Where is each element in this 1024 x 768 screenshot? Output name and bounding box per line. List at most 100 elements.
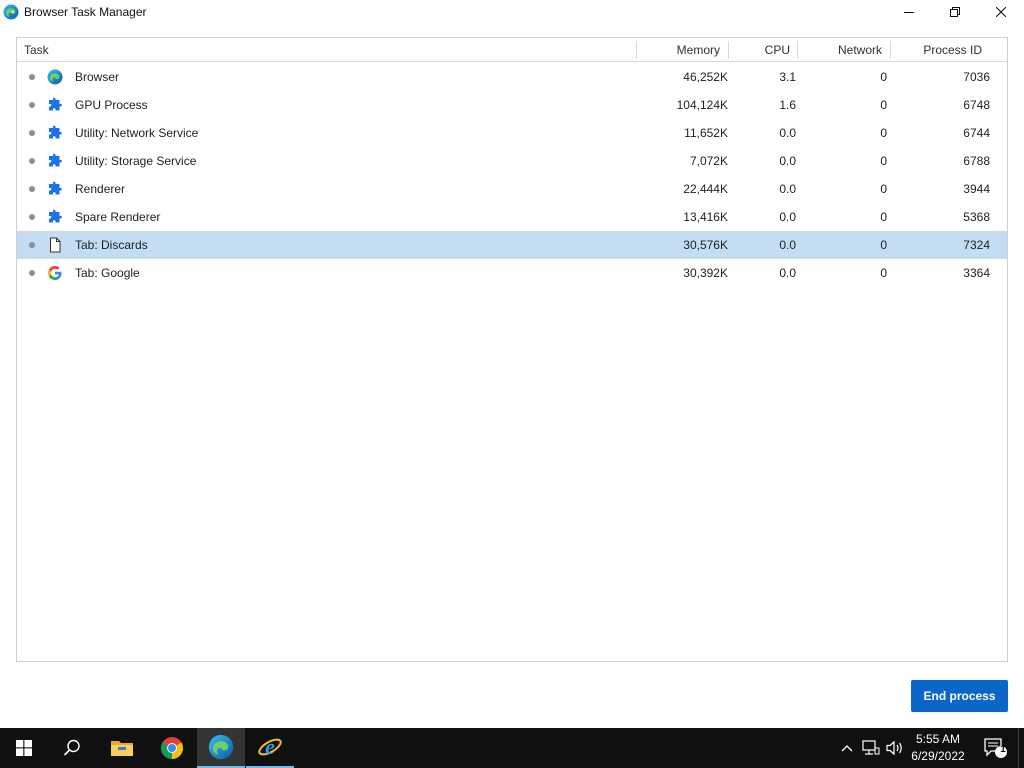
memory-value: 22,444K [683, 182, 728, 196]
puzzle-icon [49, 153, 62, 167]
task-name: GPU Process [75, 98, 148, 112]
taskbar: e 5:55 AM 6/29/2022 1 [0, 728, 1024, 768]
restore-icon [950, 7, 960, 17]
volume-icon [886, 740, 902, 756]
taskbar-internet-explorer[interactable]: e [246, 728, 294, 768]
task-name: Spare Renderer [75, 210, 161, 224]
notification-center-button[interactable]: 1 [978, 728, 1012, 768]
table-header: Task Memory CPU Network Process ID [17, 38, 1007, 62]
close-button[interactable] [978, 0, 1024, 24]
network-value: 0 [880, 210, 887, 224]
column-header-cpu[interactable]: CPU [765, 38, 790, 62]
column-header-memory[interactable]: Memory [677, 38, 720, 62]
window-controls [886, 0, 1024, 24]
row-bullet [29, 74, 35, 80]
table-row[interactable]: GPU Process 104,124K 1.6 0 6748 [17, 91, 1007, 119]
memory-value: 7,072K [689, 154, 728, 168]
show-desktop-button[interactable] [1018, 728, 1024, 768]
task-name: Tab: Google [75, 266, 140, 280]
column-header-process-id[interactable]: Process ID [923, 38, 982, 62]
cpu-value: 0.0 [779, 238, 796, 252]
column-divider[interactable] [890, 41, 891, 59]
network-value: 0 [880, 238, 887, 252]
taskbar-edge[interactable] [197, 728, 245, 768]
edge-icon [3, 4, 19, 20]
cpu-value: 1.6 [779, 98, 796, 112]
chevron-up-icon [841, 745, 853, 752]
column-divider[interactable] [728, 41, 729, 59]
memory-value: 46,252K [683, 70, 728, 84]
memory-value: 30,392K [683, 266, 728, 280]
windows-start-icon [16, 740, 32, 756]
minimize-icon [904, 12, 914, 13]
taskbar-chrome[interactable] [148, 728, 196, 768]
edge-icon [47, 69, 63, 85]
cpu-value: 0.0 [779, 182, 796, 196]
end-process-button[interactable]: End process [911, 680, 1008, 712]
window-title: Browser Task Manager [24, 5, 147, 19]
table-row[interactable]: Spare Renderer 13,416K 0.0 0 5368 [17, 203, 1007, 231]
close-icon [996, 7, 1006, 17]
minimize-button[interactable] [886, 0, 932, 24]
column-header-network[interactable]: Network [838, 38, 882, 62]
table-row[interactable]: Browser 46,252K 3.1 0 7036 [17, 63, 1007, 91]
table-row[interactable]: Utility: Network Service 11,652K 0.0 0 6… [17, 119, 1007, 147]
volume-tray-button[interactable] [884, 728, 906, 768]
table-row[interactable]: Tab: Google 30,392K 0.0 0 3364 [17, 259, 1007, 287]
cpu-value: 0.0 [779, 266, 796, 280]
puzzle-icon [49, 181, 62, 195]
task-table: Task Memory CPU Network Process ID Brows… [16, 37, 1008, 662]
clock-time: 5:55 AM [915, 732, 961, 746]
memory-value: 13,416K [683, 210, 728, 224]
puzzle-icon [49, 125, 62, 139]
network-value: 0 [880, 98, 887, 112]
column-divider[interactable] [636, 41, 637, 59]
internet-explorer-icon: e [258, 734, 282, 759]
puzzle-icon [49, 209, 62, 223]
process-id-value: 6788 [963, 154, 990, 168]
start-button[interactable] [0, 728, 48, 768]
cpu-value: 3.1 [779, 70, 796, 84]
task-name: Browser [75, 70, 120, 84]
network-tray-button[interactable] [860, 728, 882, 768]
row-bullet [29, 214, 35, 220]
row-bullet [29, 186, 35, 192]
process-id-value: 5368 [963, 210, 990, 224]
table-row[interactable]: Utility: Storage Service 7,072K 0.0 0 67… [17, 147, 1007, 175]
network-value: 0 [880, 154, 887, 168]
document-icon [50, 237, 61, 253]
network-icon [862, 740, 880, 755]
network-value: 0 [880, 70, 887, 84]
table-row-selected[interactable]: Tab: Discards 30,576K 0.0 0 7324 [17, 231, 1007, 259]
svg-text:e: e [265, 734, 275, 759]
network-value: 0 [880, 126, 887, 140]
search-button[interactable] [48, 728, 96, 768]
cpu-value: 0.0 [779, 126, 796, 140]
memory-value: 104,124K [676, 98, 728, 112]
cpu-value: 0.0 [779, 210, 796, 224]
clock[interactable]: 5:55 AM 6/29/2022 [906, 731, 970, 765]
google-icon [48, 266, 62, 280]
table-row[interactable]: Renderer 22,444K 0.0 0 3944 [17, 175, 1007, 203]
task-name: Renderer [75, 182, 126, 196]
column-divider[interactable] [797, 41, 798, 59]
show-hidden-icons-button[interactable] [838, 728, 856, 768]
chrome-icon [161, 737, 183, 759]
title-bar: Browser Task Manager [0, 0, 1024, 24]
search-icon [63, 739, 80, 756]
column-header-task[interactable]: Task [24, 38, 49, 62]
row-bullet [29, 130, 35, 136]
edge-icon [208, 734, 234, 760]
process-id-value: 7036 [963, 70, 990, 84]
memory-value: 30,576K [683, 238, 728, 252]
file-explorer-icon [111, 741, 133, 756]
puzzle-icon [49, 97, 62, 111]
memory-value: 11,652K [684, 126, 728, 140]
cpu-value: 0.0 [779, 154, 796, 168]
process-id-value: 7324 [963, 238, 990, 252]
restore-button[interactable] [932, 0, 978, 24]
process-id-value: 3364 [963, 266, 990, 280]
row-bullet [29, 102, 35, 108]
taskbar-file-explorer[interactable] [98, 728, 146, 768]
clock-date: 6/29/2022 [911, 749, 965, 763]
